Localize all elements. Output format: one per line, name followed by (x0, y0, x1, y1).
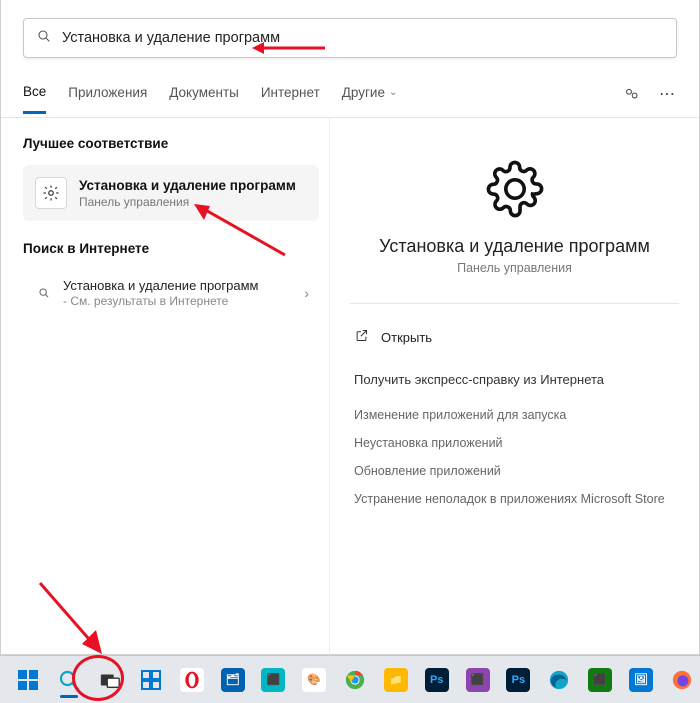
results-pane: Лучшее соответствие Установка и удаление… (1, 118, 329, 662)
best-match-title: Установка и удаление программ (79, 178, 296, 193)
task-view-button[interactable] (92, 660, 129, 700)
start-button[interactable] (10, 660, 47, 700)
taskbar-app-opera[interactable] (173, 660, 210, 700)
best-match-header: Лучшее соответствие (23, 136, 319, 151)
search-box[interactable] (23, 18, 677, 58)
chevron-right-icon: › (304, 285, 309, 301)
detail-title: Установка и удаление программ (354, 236, 675, 257)
open-external-icon (354, 328, 369, 346)
search-icon (33, 286, 55, 300)
search-button[interactable] (51, 660, 88, 700)
options-icon[interactable] (623, 85, 641, 103)
detail-pane: Установка и удаление программ Панель упр… (329, 118, 699, 662)
web-search-header: Поиск в Интернете (23, 241, 319, 256)
taskbar-app[interactable]: 🗂 (214, 660, 251, 700)
help-link[interactable]: Изменение приложений для запуска (354, 401, 675, 429)
gear-icon (354, 160, 675, 218)
taskbar-app-photoshop[interactable]: Ps (418, 660, 455, 700)
search-panel: Все Приложения Документы Интернет Другие… (0, 0, 700, 655)
help-link[interactable]: Устранение неполадок в приложениях Micro… (354, 485, 675, 513)
more-icon[interactable]: ⋯ (659, 85, 677, 103)
divider (350, 303, 679, 304)
gear-icon (35, 177, 67, 209)
web-result-item[interactable]: Установка и удаление программ - См. резу… (23, 270, 319, 316)
taskbar-app-photoshop[interactable]: Ps (500, 660, 537, 700)
taskbar: 🗂 ⬛ 🎨 📁 Ps ⬛ Ps ⬛ 🖼 (0, 655, 700, 703)
taskbar-app-chrome[interactable] (337, 660, 374, 700)
taskbar-app-paint[interactable]: 🎨 (296, 660, 333, 700)
best-match-subtitle: Панель управления (79, 195, 296, 209)
chevron-down-icon: ⌄ (389, 87, 397, 98)
tabs-row: Все Приложения Документы Интернет Другие… (1, 66, 699, 118)
web-result-subtitle: - См. результаты в Интернете (63, 294, 304, 308)
tab-web[interactable]: Интернет (261, 85, 320, 112)
web-result-title: Установка и удаление программ (63, 278, 304, 293)
open-action[interactable]: Открыть (354, 322, 675, 352)
tab-apps[interactable]: Приложения (68, 85, 147, 112)
search-icon (36, 28, 52, 49)
tab-more[interactable]: Другие ⌄ (342, 85, 398, 112)
taskbar-app-firefox[interactable] (663, 660, 700, 700)
taskbar-app[interactable]: ⬛ (255, 660, 292, 700)
search-input[interactable] (62, 30, 664, 46)
taskbar-app[interactable]: ⬛ (582, 660, 619, 700)
widgets-button[interactable] (132, 660, 169, 700)
tab-all[interactable]: Все (23, 84, 46, 114)
help-link[interactable]: Неустановка приложений (354, 429, 675, 457)
taskbar-app-explorer[interactable]: 📁 (377, 660, 414, 700)
taskbar-app-edge[interactable] (541, 660, 578, 700)
best-match-item[interactable]: Установка и удаление программ Панель упр… (23, 165, 319, 221)
taskbar-app[interactable]: 🖼 (622, 660, 659, 700)
help-header: Получить экспресс-справку из Интернета (354, 372, 675, 387)
help-link[interactable]: Обновление приложений (354, 457, 675, 485)
open-label: Открыть (381, 330, 432, 345)
taskbar-app[interactable]: ⬛ (459, 660, 496, 700)
tab-docs[interactable]: Документы (169, 85, 239, 112)
detail-subtitle: Панель управления (354, 261, 675, 275)
